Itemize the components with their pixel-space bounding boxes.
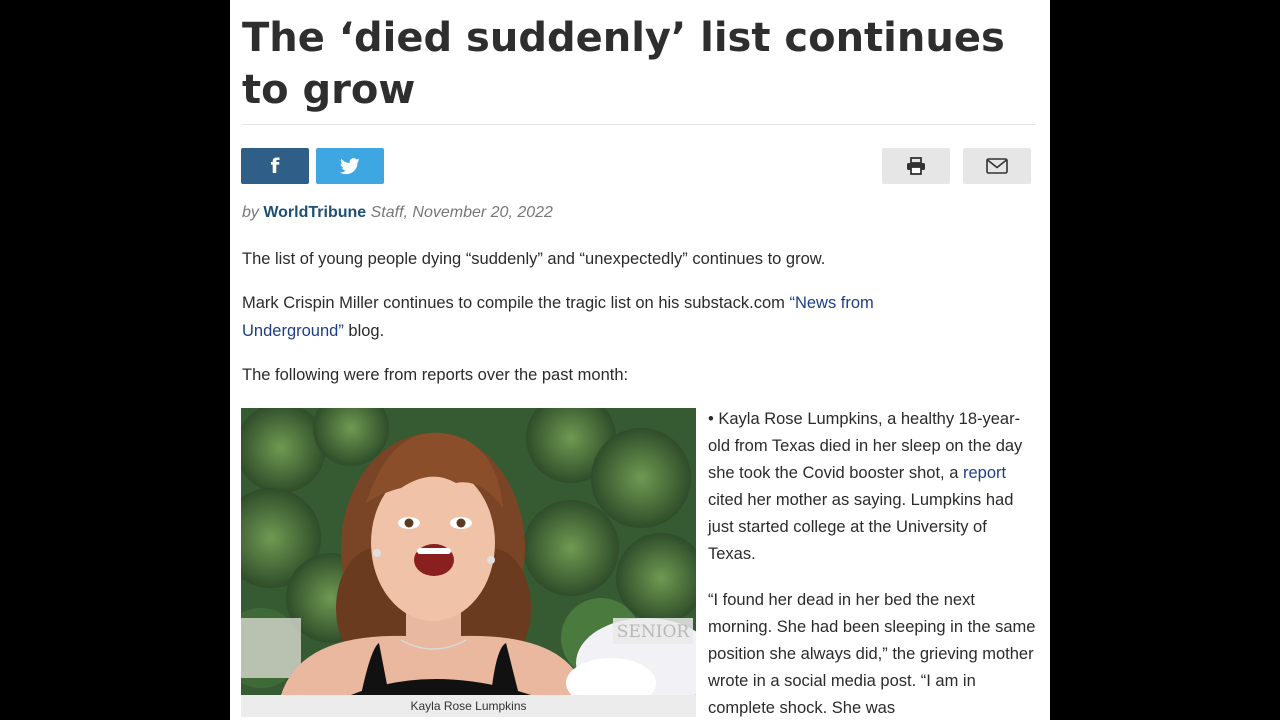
- byline: by WorldTribune Staff, November 20, 2022: [242, 204, 553, 222]
- twitter-share-button[interactable]: [316, 148, 384, 184]
- source-text-after: blog.: [343, 322, 385, 340]
- source-text-before: Mark Crispin Miller continues to compile…: [242, 294, 790, 312]
- print-button[interactable]: [882, 148, 950, 184]
- article-headline: The ‘died suddenly’ list continues to gr…: [242, 15, 1005, 113]
- facebook-share-button[interactable]: f: [241, 148, 309, 184]
- article-photo: SENIOR: [241, 408, 696, 695]
- article-page: The ‘died suddenly’ list continues to gr…: [230, 0, 1050, 720]
- divider: [242, 124, 1036, 125]
- byline-author-link[interactable]: WorldTribune: [263, 204, 366, 221]
- lumpkins-text-after: cited her mother as saying. Lumpkins had…: [708, 491, 1014, 563]
- email-icon: [986, 158, 1008, 174]
- byline-date: Staff, November 20, 2022: [366, 204, 553, 221]
- print-icon: [907, 157, 925, 175]
- lumpkins-paragraph: • Kayla Rose Lumpkins, a healthy 18-year…: [708, 406, 1038, 568]
- intro-paragraph: The list of young people dying “suddenly…: [242, 250, 826, 268]
- list-intro-paragraph: The following were from reports over the…: [242, 366, 629, 384]
- photo-caption: Kayla Rose Lumpkins: [241, 695, 696, 717]
- twitter-icon: [340, 157, 360, 174]
- photo-illustration: SENIOR: [241, 408, 696, 695]
- email-button[interactable]: [963, 148, 1031, 184]
- report-link[interactable]: report: [963, 464, 1006, 482]
- facebook-icon: f: [270, 154, 280, 178]
- byline-prefix: by: [242, 204, 264, 221]
- mother-quote-paragraph: “I found her dead in her bed the next mo…: [708, 591, 1036, 717]
- photo-sign-text: SENIOR: [617, 622, 691, 642]
- source-paragraph: Mark Crispin Miller continues to compile…: [242, 289, 972, 345]
